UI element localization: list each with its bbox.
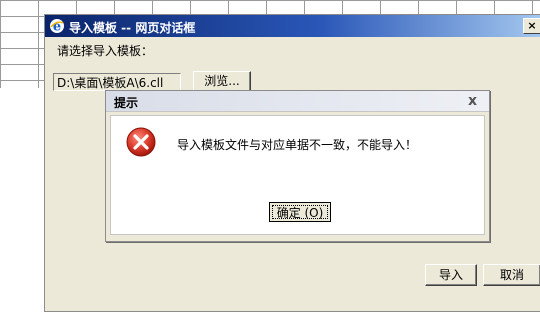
error-icon — [126, 127, 156, 157]
message-box-close-button[interactable]: x — [468, 93, 477, 109]
choose-template-label: 请选择导入模板： — [57, 44, 154, 58]
message-box-title-bar[interactable]: 提示 x — [106, 91, 489, 112]
web-dialog-close-button[interactable]: × — [523, 18, 540, 34]
ok-button[interactable]: 确定 (O) — [269, 202, 331, 222]
web-dialog-title-bar[interactable]: e 导入模板 -- 网页对话框 × — [45, 15, 540, 37]
browse-button[interactable]: 浏览... — [193, 71, 251, 92]
import-button[interactable]: 导入 — [425, 264, 477, 286]
ok-button-label: 确定 (O) — [272, 205, 328, 220]
web-dialog-title: 导入模板 -- 网页对话框 — [69, 21, 196, 35]
error-message: 导入模板文件与对应单据不一致，不能导入！ — [177, 138, 418, 152]
cancel-button[interactable]: 取消 — [483, 264, 540, 286]
message-box-body: 导入模板文件与对应单据不一致，不能导入！ 确定 (O) — [110, 115, 485, 235]
message-box: 提示 x 导入模板文件与对应单据不一致，不能导入！ 确定 (O) — [105, 90, 490, 242]
file-path-input[interactable] — [53, 73, 181, 91]
message-box-title: 提示 — [114, 96, 139, 110]
ie-icon: e — [50, 19, 64, 34]
